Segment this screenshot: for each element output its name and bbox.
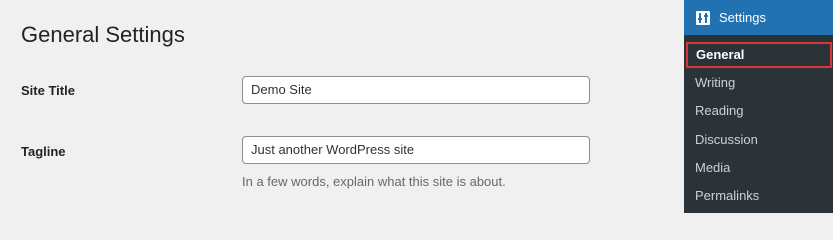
admin-sidebar: Settings General Writing Reading Discuss… <box>684 0 833 213</box>
sidebar-item-writing[interactable]: Writing <box>684 70 833 96</box>
sidebar-item-general[interactable]: General <box>686 42 832 68</box>
page-title: General Settings <box>21 22 185 47</box>
settings-main: General Settings Site Title Demo Site Ta… <box>0 0 684 213</box>
settings-menu-item[interactable]: Settings <box>684 0 833 35</box>
site-title-input[interactable]: Demo Site <box>242 76 590 104</box>
sidebar-item-discussion[interactable]: Discussion <box>684 127 833 153</box>
sidebar-item-reading[interactable]: Reading <box>684 98 833 124</box>
sidebar-item-media[interactable]: Media <box>684 155 833 181</box>
tagline-label: Tagline <box>21 144 66 159</box>
tagline-description: In a few words, explain what this site i… <box>242 174 506 189</box>
settings-menu-label: Settings <box>719 10 766 25</box>
tagline-input[interactable]: Just another WordPress site <box>242 136 590 164</box>
settings-sliders-icon <box>695 10 711 26</box>
sidebar-item-permalinks[interactable]: Permalinks <box>684 183 833 209</box>
site-title-label: Site Title <box>21 83 75 98</box>
